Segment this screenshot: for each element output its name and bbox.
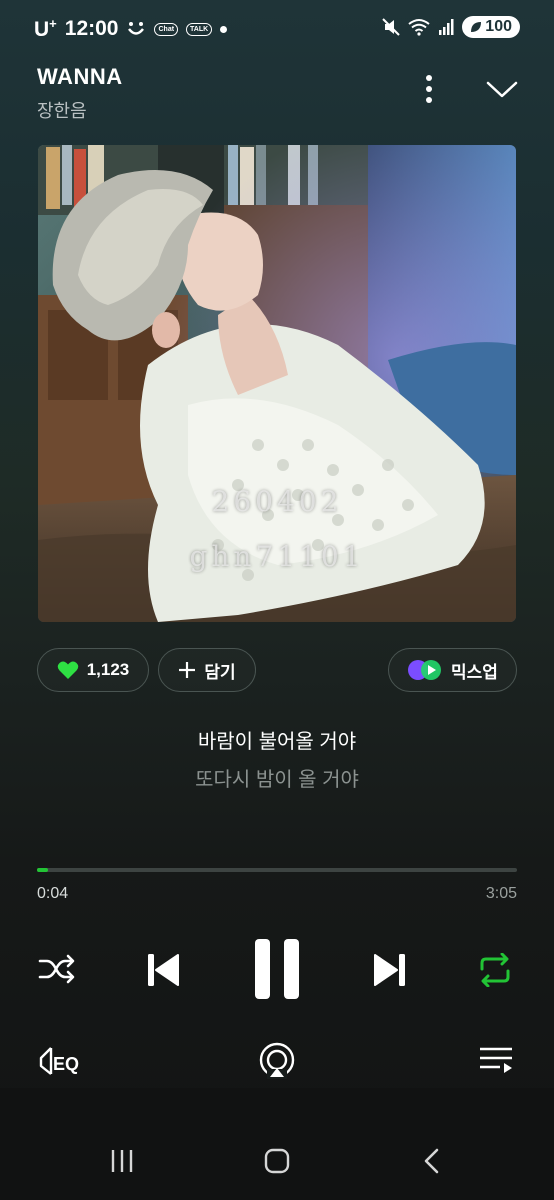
mute-icon <box>382 18 401 36</box>
previous-button[interactable] <box>141 948 183 992</box>
lyric-current-line[interactable]: 바람이 불어올 거야 <box>0 725 554 754</box>
back-chevron-icon <box>424 1148 439 1174</box>
home-button[interactable] <box>259 1144 295 1178</box>
eq-icon: EQ <box>39 1047 79 1075</box>
time-elapsed: 0:04 <box>37 885 69 902</box>
heart-icon <box>57 661 78 679</box>
notification-dot-icon <box>220 25 228 33</box>
album-art: 260402 ghn71101 <box>38 145 516 622</box>
album-art-watermark-date: 260402 <box>211 485 343 518</box>
battery-indicator: 100 <box>462 16 520 38</box>
like-button[interactable]: 1,123 <box>37 648 149 692</box>
signal-icon <box>439 19 454 35</box>
back-button[interactable] <box>414 1144 450 1178</box>
chat-badge-icon: Chat <box>154 22 179 36</box>
repeat-icon <box>480 953 510 987</box>
battery-level: 100 <box>485 18 512 35</box>
talk-badge-icon: TALK <box>186 22 213 36</box>
status-time: 12:00 <box>64 17 119 40</box>
smile-icon <box>128 22 145 35</box>
repeat-button[interactable] <box>474 950 516 990</box>
progress-fill <box>37 868 48 872</box>
song-artist[interactable]: 장한음 <box>37 97 87 123</box>
time-total: 3:05 <box>485 885 517 902</box>
recent-apps-icon <box>111 1150 133 1172</box>
album-art-watermark-id: ghn71101 <box>189 540 365 573</box>
skip-next-icon <box>374 954 405 986</box>
lyric-next-line[interactable]: 또다시 밤이 올 거야 <box>0 763 554 792</box>
mixup-logo-icon <box>408 660 442 680</box>
svg-text:EQ: EQ <box>53 1054 79 1074</box>
pause-icon <box>255 939 299 999</box>
queue-list-icon <box>480 1047 512 1073</box>
leaf-icon <box>471 22 482 32</box>
playlist-button[interactable] <box>476 1043 516 1079</box>
status-bar: U+ 12:00 Chat TALK 100 <box>0 0 554 58</box>
wifi-icon <box>408 19 430 36</box>
next-button[interactable] <box>370 948 412 992</box>
cast-button[interactable] <box>257 1040 297 1080</box>
home-icon <box>264 1148 290 1174</box>
shuffle-icon <box>38 954 75 984</box>
recent-apps-button[interactable] <box>104 1144 140 1178</box>
eq-button[interactable]: EQ <box>36 1042 84 1080</box>
skip-previous-icon <box>148 954 179 986</box>
chevron-down-icon[interactable] <box>484 76 520 102</box>
plus-icon <box>179 662 196 678</box>
shuffle-button[interactable] <box>36 950 78 988</box>
add-to-playlist-button[interactable]: 담기 <box>158 648 256 692</box>
carrier-label: U+ <box>34 16 57 41</box>
mixup-label: 믹스업 <box>451 662 498 682</box>
airplay-icon <box>259 1042 295 1079</box>
add-label: 담기 <box>204 662 236 682</box>
more-options-icon[interactable] <box>414 72 444 106</box>
like-count: 1,123 <box>86 660 130 679</box>
mixup-button[interactable]: 믹스업 <box>388 648 517 692</box>
progress-bar[interactable] <box>37 868 517 872</box>
pause-button[interactable] <box>249 936 305 1002</box>
song-title: WANNA <box>37 64 123 89</box>
